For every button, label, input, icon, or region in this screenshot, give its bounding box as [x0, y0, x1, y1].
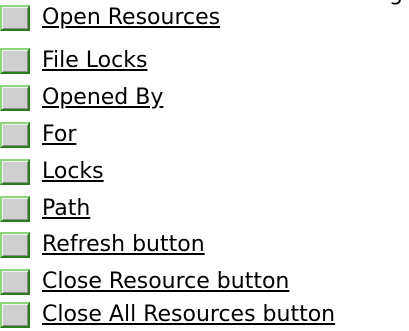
help-link-label: Close Resource button: [42, 268, 290, 294]
jump-square-icon: [0, 195, 30, 222]
help-link-for[interactable]: For: [0, 118, 76, 151]
help-link-label: Path: [42, 195, 91, 221]
jump-square-icon: [0, 47, 30, 74]
help-link-open-resources[interactable]: Open Resources: [0, 1, 220, 34]
jump-square-icon: [0, 301, 30, 328]
help-link-path[interactable]: Path: [0, 192, 90, 225]
help-link-file-locks[interactable]: File Locks: [0, 44, 147, 77]
jump-square-icon: [0, 4, 30, 31]
help-link-opened-by[interactable]: Opened By: [0, 81, 163, 114]
help-link-label: Opened By: [42, 84, 164, 110]
help-link-close-all-resources-button[interactable]: Close All Resources button: [0, 298, 335, 331]
clipped-previous-line: g: [389, 0, 403, 6]
help-link-locks[interactable]: Locks: [0, 155, 104, 188]
help-link-label: For: [42, 121, 77, 147]
help-link-label: Refresh button: [42, 231, 205, 257]
help-link-label: Locks: [42, 158, 104, 184]
help-link-close-resource-button[interactable]: Close Resource button: [0, 265, 289, 298]
jump-square-icon: [0, 268, 30, 295]
jump-square-icon: [0, 84, 30, 111]
help-link-label: File Locks: [42, 47, 148, 73]
help-link-label: Open Resources: [42, 4, 221, 30]
help-link-refresh-button[interactable]: Refresh button: [0, 228, 205, 261]
help-link-label: Close All Resources button: [42, 301, 336, 327]
jump-square-icon: [0, 121, 30, 148]
jump-square-icon: [0, 158, 30, 185]
jump-square-icon: [0, 231, 30, 258]
